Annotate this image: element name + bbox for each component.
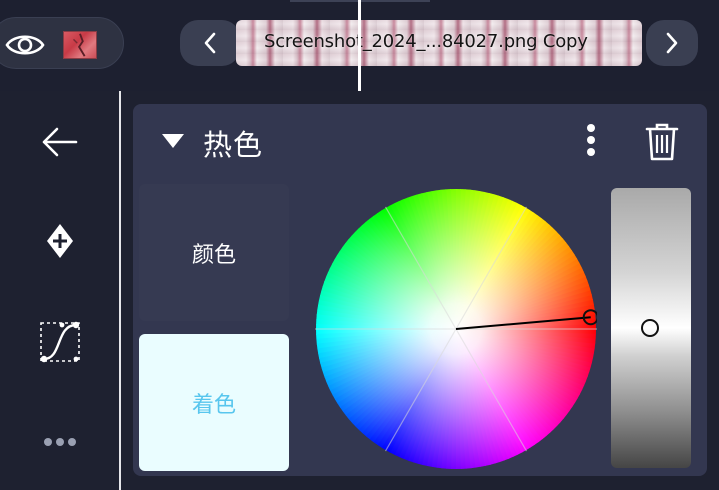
clip-filmstrip[interactable]: Screenshot_2024_...84027.png Copy (236, 20, 642, 66)
eye-icon[interactable] (4, 31, 46, 59)
layer-visibility-pill[interactable] (0, 17, 124, 69)
tab-color[interactable]: 颜色 (139, 184, 289, 321)
tab-tint-label: 着色 (191, 392, 236, 418)
panel-title: 热色 (203, 128, 264, 162)
layer-thumbnail[interactable] (63, 31, 97, 59)
more-tools-button[interactable] (34, 416, 86, 468)
add-keyframe-button[interactable] (34, 215, 86, 267)
color-wheel[interactable] (315, 188, 599, 470)
clip-name: Screenshot_2024_...84027.png Copy (264, 31, 588, 52)
playhead[interactable] (358, 0, 361, 91)
panel-header: 热色 (133, 104, 707, 180)
tool-sidebar (0, 91, 120, 490)
bezier-curve-icon (40, 321, 80, 363)
timeline-bar: Screenshot_2024_...84027.png Copy (0, 0, 719, 91)
app-root: Screenshot_2024_...84027.png Copy 热色 颜色 … (0, 0, 719, 490)
color-adjust-panel: 热色 颜色 着色 (133, 104, 707, 476)
chevron-right-icon (666, 32, 678, 54)
next-clip-button[interactable] (646, 20, 698, 66)
more-horizontal-icon (44, 438, 76, 446)
trash-icon[interactable] (645, 122, 679, 162)
tab-color-label: 颜色 (191, 242, 236, 268)
collapse-triangle-icon[interactable] (161, 132, 185, 154)
brightness-knob[interactable] (641, 319, 659, 337)
diamond-plus-icon (47, 224, 73, 258)
arrow-left-icon (42, 127, 78, 157)
curve-editor-button[interactable] (34, 316, 86, 368)
tab-tint[interactable]: 着色 (139, 334, 289, 471)
sidebar-divider (119, 91, 121, 490)
back-button[interactable] (34, 116, 86, 168)
previous-clip-button[interactable] (180, 20, 240, 66)
brightness-slider[interactable] (611, 188, 691, 468)
chevron-left-icon (204, 32, 216, 54)
kebab-menu-icon[interactable] (579, 124, 603, 160)
